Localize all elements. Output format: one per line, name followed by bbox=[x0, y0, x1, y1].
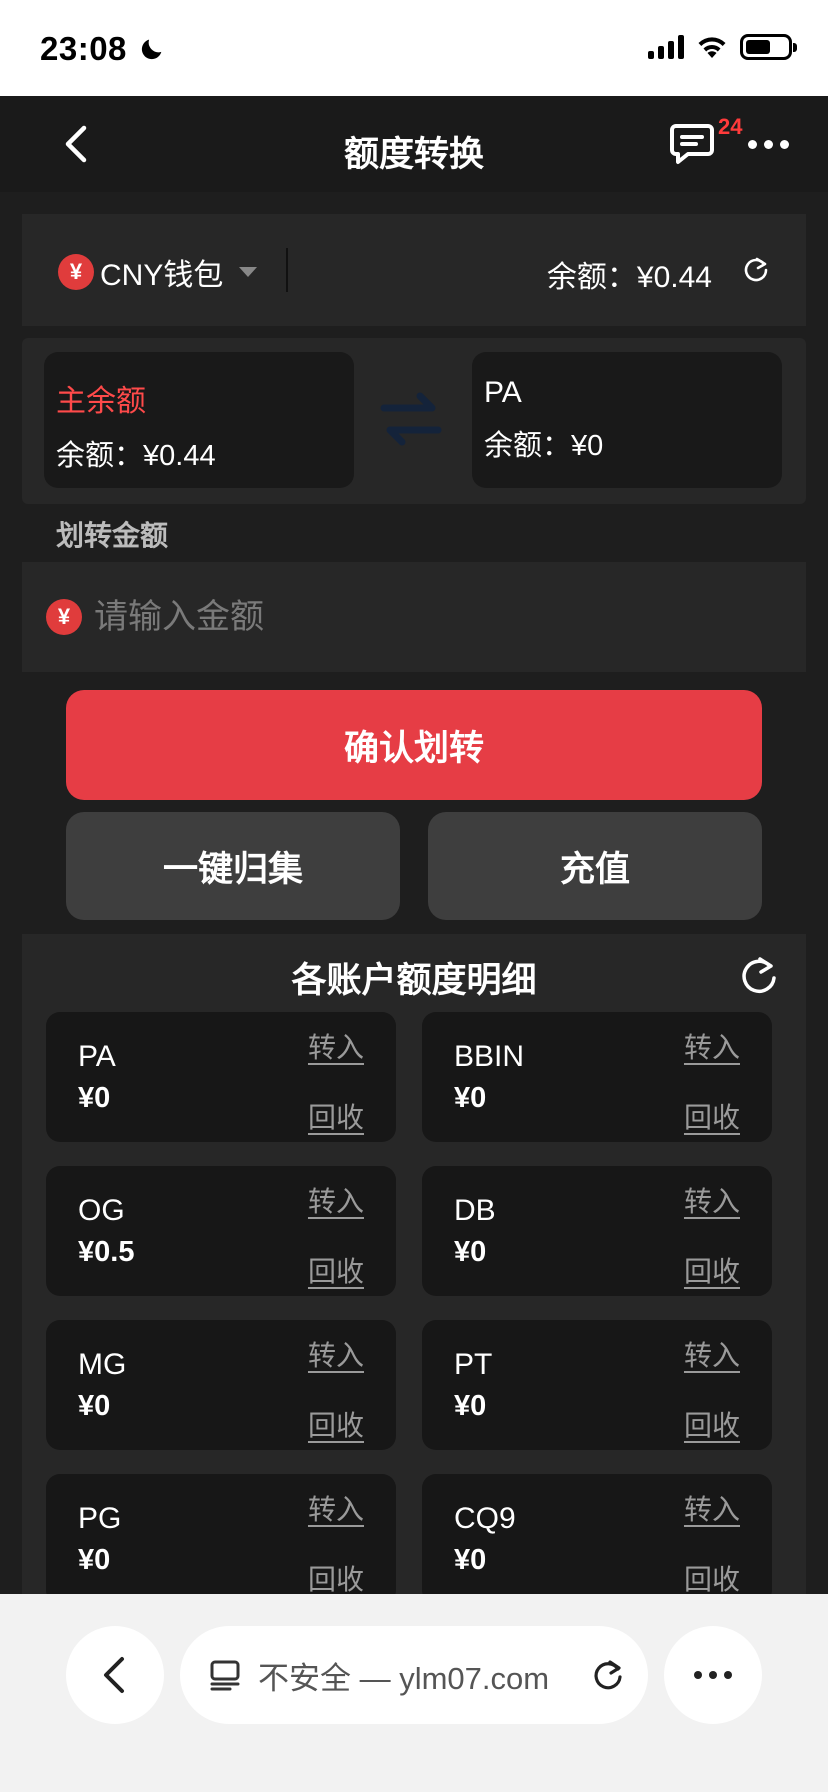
recall-link[interactable]: 回收 bbox=[308, 1096, 364, 1136]
account-name: CQ9 bbox=[454, 1502, 516, 1535]
account-balance: ¥0 bbox=[78, 1082, 111, 1114]
more-menu-button[interactable] bbox=[748, 140, 789, 149]
recall-link[interactable]: 回收 bbox=[308, 1558, 364, 1594]
status-bar: 23:08 bbox=[0, 0, 828, 96]
refresh-icon[interactable] bbox=[742, 256, 770, 284]
account-card: PT ¥0 转入 回收 bbox=[422, 1320, 772, 1450]
tab-overview-icon[interactable] bbox=[208, 1658, 242, 1692]
account-name: PA bbox=[78, 1040, 116, 1073]
transfer-in-link[interactable]: 转入 bbox=[308, 1026, 364, 1066]
transfer-box: 主余额 余额：¥0.44 PA 余额：¥0 bbox=[22, 338, 806, 504]
account-name: PT bbox=[454, 1348, 493, 1381]
transfer-in-link[interactable]: 转入 bbox=[684, 1180, 740, 1220]
recall-link[interactable]: 回收 bbox=[308, 1404, 364, 1444]
wallet-selector[interactable]: ¥ CNY钱包 bbox=[58, 250, 258, 294]
wallet-balance: 余额：¥0.44 bbox=[546, 261, 712, 294]
transfer-in-link[interactable]: 转入 bbox=[308, 1180, 364, 1220]
account-name: OG bbox=[78, 1194, 125, 1227]
account-balance: ¥0 bbox=[78, 1544, 111, 1576]
account-balance: ¥0.5 bbox=[78, 1236, 135, 1268]
account-balance: ¥0 bbox=[454, 1544, 487, 1576]
amount-box: ¥ bbox=[22, 562, 806, 672]
details-title: 各账户额度明细 bbox=[291, 961, 537, 1000]
address-bar[interactable]: 不安全 — ylm07.com bbox=[180, 1626, 648, 1724]
browser-more-button[interactable] bbox=[664, 1626, 762, 1724]
account-name: PG bbox=[78, 1502, 122, 1535]
recall-link[interactable]: 回收 bbox=[684, 1558, 740, 1594]
yuan-icon: ¥ bbox=[58, 254, 94, 290]
swap-arrows-icon[interactable] bbox=[380, 390, 442, 448]
account-card: DB ¥0 转入 回收 bbox=[422, 1166, 772, 1296]
moon-icon bbox=[141, 39, 162, 60]
caret-down-icon bbox=[239, 267, 258, 277]
account-card: PG ¥0 转入 回收 bbox=[46, 1474, 396, 1594]
account-details: 各账户额度明细 PA ¥0 转入 回收 BBIN ¥0 转入 回收 OG ¥0.… bbox=[22, 934, 806, 1594]
divider bbox=[286, 248, 288, 292]
reload-icon[interactable] bbox=[590, 1657, 626, 1693]
transfer-in-link[interactable]: 转入 bbox=[684, 1488, 740, 1528]
account-grid: PA ¥0 转入 回收 BBIN ¥0 转入 回收 OG ¥0.5 转入 回收 … bbox=[46, 1012, 776, 1594]
recall-link[interactable]: 回收 bbox=[308, 1250, 364, 1290]
transfer-in-link[interactable]: 转入 bbox=[308, 1488, 364, 1528]
recall-link[interactable]: 回收 bbox=[684, 1250, 740, 1290]
confirm-transfer-button[interactable]: 确认划转 bbox=[66, 690, 762, 800]
chevron-left-icon bbox=[104, 1657, 124, 1693]
amount-input[interactable] bbox=[94, 597, 806, 637]
message-count-badge: 24 bbox=[718, 114, 743, 139]
account-name: MG bbox=[78, 1348, 127, 1381]
from-account-balance: 余额：¥0.44 bbox=[56, 440, 216, 472]
account-card: CQ9 ¥0 转入 回收 bbox=[422, 1474, 772, 1594]
refresh-icon[interactable] bbox=[738, 954, 780, 998]
recall-link[interactable]: 回收 bbox=[684, 1404, 740, 1444]
from-account-name: 主余额 bbox=[56, 385, 146, 418]
account-name: DB bbox=[454, 1194, 496, 1227]
to-account-name: PA bbox=[484, 376, 522, 409]
account-balance: ¥0 bbox=[78, 1390, 111, 1422]
amount-label: 划转金额 bbox=[56, 520, 169, 551]
account-balance: ¥0 bbox=[454, 1390, 487, 1422]
signal-icon bbox=[648, 35, 684, 59]
wallet-name: CNY钱包 bbox=[100, 259, 224, 292]
browser-back-button[interactable] bbox=[66, 1626, 164, 1724]
url-text: 不安全 — ylm07.com bbox=[258, 1660, 550, 1696]
transfer-in-link[interactable]: 转入 bbox=[308, 1334, 364, 1374]
wallet-bar: ¥ CNY钱包 余额：¥0.44 bbox=[22, 214, 806, 326]
yuan-icon: ¥ bbox=[46, 599, 82, 635]
account-card: MG ¥0 转入 回收 bbox=[46, 1320, 396, 1450]
account-balance: ¥0 bbox=[454, 1082, 487, 1114]
status-time: 23:08 bbox=[40, 30, 127, 67]
account-card: OG ¥0.5 转入 回收 bbox=[46, 1166, 396, 1296]
status-icons bbox=[648, 34, 797, 60]
recall-link[interactable]: 回收 bbox=[684, 1096, 740, 1136]
account-name: BBIN bbox=[454, 1040, 525, 1073]
account-card: BBIN ¥0 转入 回收 bbox=[422, 1012, 772, 1142]
account-card: PA ¥0 转入 回收 bbox=[46, 1012, 396, 1142]
message-icon[interactable] bbox=[668, 120, 716, 168]
transfer-in-link[interactable]: 转入 bbox=[684, 1026, 740, 1066]
account-balance: ¥0 bbox=[454, 1236, 487, 1268]
transfer-to-account[interactable]: PA 余额：¥0 bbox=[472, 352, 782, 488]
collect-all-button[interactable]: 一键归集 bbox=[66, 812, 400, 920]
browser-toolbar: 不安全 — ylm07.com bbox=[0, 1594, 828, 1792]
app-header: 额度转换 24 bbox=[0, 96, 828, 192]
recharge-button[interactable]: 充值 bbox=[428, 812, 762, 920]
transfer-from-account[interactable]: 主余额 余额：¥0.44 bbox=[44, 352, 354, 488]
transfer-in-link[interactable]: 转入 bbox=[684, 1334, 740, 1374]
to-account-balance: 余额：¥0 bbox=[484, 430, 604, 462]
battery-icon bbox=[740, 34, 797, 60]
wifi-icon bbox=[698, 37, 726, 58]
